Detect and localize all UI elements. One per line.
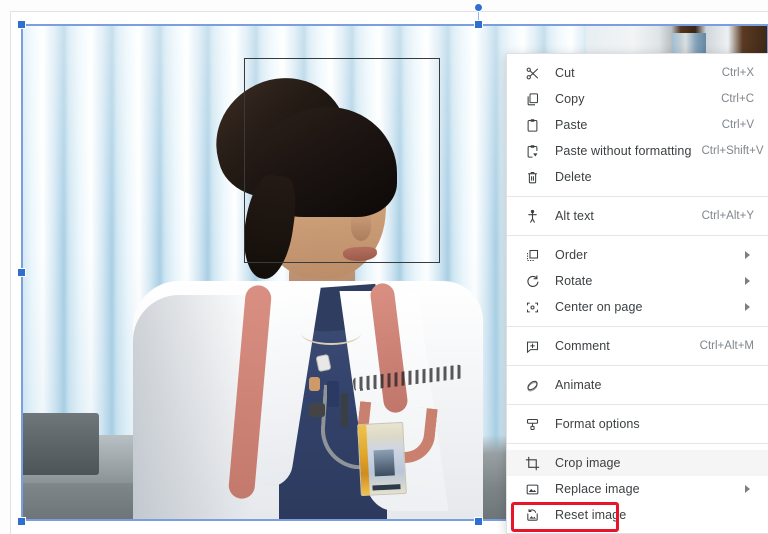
- menu-separator: [507, 326, 768, 327]
- badge-barcode: [372, 484, 401, 491]
- menu-item-shortcut: Ctrl+Alt+M: [699, 340, 754, 352]
- clipboard-plain-icon: [523, 142, 541, 160]
- menu-item-shortcut: Ctrl+V: [721, 119, 754, 131]
- menu-item-center-on-page[interactable]: Center on page: [507, 294, 768, 320]
- chevron-right-icon: [745, 303, 750, 311]
- clipboard-icon: [523, 116, 541, 134]
- menu-item-replace-image[interactable]: Replace image: [507, 476, 768, 502]
- menu-item-comment[interactable]: Comment Ctrl+Alt+M: [507, 333, 768, 359]
- menu-item-label: Comment: [555, 339, 610, 353]
- menu-item-paste-without-formatting[interactable]: Paste without formatting Ctrl+Shift+V: [507, 138, 768, 164]
- center-on-page-icon: [523, 298, 541, 316]
- menu-item-shortcut: Ctrl+X: [721, 67, 754, 79]
- menu-item-label: Alt text: [555, 209, 595, 223]
- rotate-handle[interactable]: [474, 3, 483, 12]
- menu-item-shortcut: Ctrl+C: [721, 93, 754, 105]
- menu-item-format-options[interactable]: Format options: [507, 411, 768, 437]
- menu-separator: [507, 404, 768, 405]
- chevron-right-icon: [745, 485, 750, 493]
- lapel-pin-2: [309, 377, 320, 391]
- menu-item-label: Crop image: [555, 456, 621, 470]
- menu-separator: [507, 235, 768, 236]
- menu-item-label: Reset image: [555, 508, 627, 522]
- menu-item-cut[interactable]: Cut Ctrl+X: [507, 60, 768, 86]
- menu-item-alt-text[interactable]: Alt text Ctrl+Alt+Y: [507, 203, 768, 229]
- resize-handle-top-center[interactable]: [474, 20, 483, 29]
- order-icon: [523, 246, 541, 264]
- rotate-icon: [523, 272, 541, 290]
- resize-handle-bottom-center[interactable]: [474, 517, 483, 526]
- menu-separator: [507, 196, 768, 197]
- menu-item-label: Format options: [555, 417, 640, 431]
- menu-item-shortcut: Ctrl+Alt+Y: [701, 210, 754, 222]
- chevron-right-icon: [745, 277, 750, 285]
- badge-lanyard-strip: [358, 424, 370, 496]
- menu-item-order[interactable]: Order: [507, 242, 768, 268]
- format-options-icon: [523, 415, 541, 433]
- image-context-menu[interactable]: Cut Ctrl+X Copy Ctrl+C Paste Ctrl+V Past…: [506, 53, 768, 534]
- resize-handle-top-left[interactable]: [17, 20, 26, 29]
- menu-item-label: Delete: [555, 170, 592, 184]
- menu-item-crop-image[interactable]: Crop image: [507, 450, 768, 476]
- menu-item-label: Rotate: [555, 274, 593, 288]
- menu-item-label: Paste without formatting: [555, 144, 692, 158]
- menu-item-label: Animate: [555, 378, 602, 392]
- menu-item-label: Paste: [555, 118, 588, 132]
- replace-image-icon: [523, 480, 541, 498]
- menu-item-delete[interactable]: Delete: [507, 164, 768, 190]
- menu-item-label: Copy: [555, 92, 585, 106]
- menu-item-copy[interactable]: Copy Ctrl+C: [507, 86, 768, 112]
- necklace: [301, 321, 361, 345]
- menu-item-label: Replace image: [555, 482, 640, 496]
- crop-region-outline[interactable]: [244, 58, 440, 263]
- pocket-pen: [341, 393, 348, 427]
- animate-icon: [523, 376, 541, 394]
- copy-icon: [523, 90, 541, 108]
- resize-handle-bottom-left[interactable]: [17, 517, 26, 526]
- menu-item-rotate[interactable]: Rotate: [507, 268, 768, 294]
- menu-item-animate[interactable]: Animate: [507, 372, 768, 398]
- lapel-pin-3: [327, 381, 339, 407]
- resize-handle-middle-left[interactable]: [17, 268, 26, 277]
- reset-image-icon: [523, 506, 541, 524]
- trash-icon: [523, 168, 541, 186]
- lapel-pin-4: [309, 403, 325, 417]
- id-badge: [357, 421, 407, 497]
- chevron-right-icon: [745, 251, 750, 259]
- comment-icon: [523, 337, 541, 355]
- menu-item-label: Center on page: [555, 300, 643, 314]
- screen: Cut Ctrl+X Copy Ctrl+C Paste Ctrl+V Past…: [0, 0, 768, 534]
- menu-separator: [507, 365, 768, 366]
- badge-photo: [373, 449, 395, 477]
- scissors-icon: [523, 64, 541, 82]
- menu-separator: [507, 443, 768, 444]
- menu-item-paste[interactable]: Paste Ctrl+V: [507, 112, 768, 138]
- menu-item-reset-image[interactable]: Reset image: [507, 502, 768, 528]
- menu-item-label: Cut: [555, 66, 575, 80]
- equipment-scale: [21, 413, 99, 475]
- menu-item-shortcut: Ctrl+Shift+V: [701, 145, 764, 157]
- accessibility-icon: [523, 207, 541, 225]
- crop-icon: [523, 454, 541, 472]
- menu-item-label: Order: [555, 248, 588, 262]
